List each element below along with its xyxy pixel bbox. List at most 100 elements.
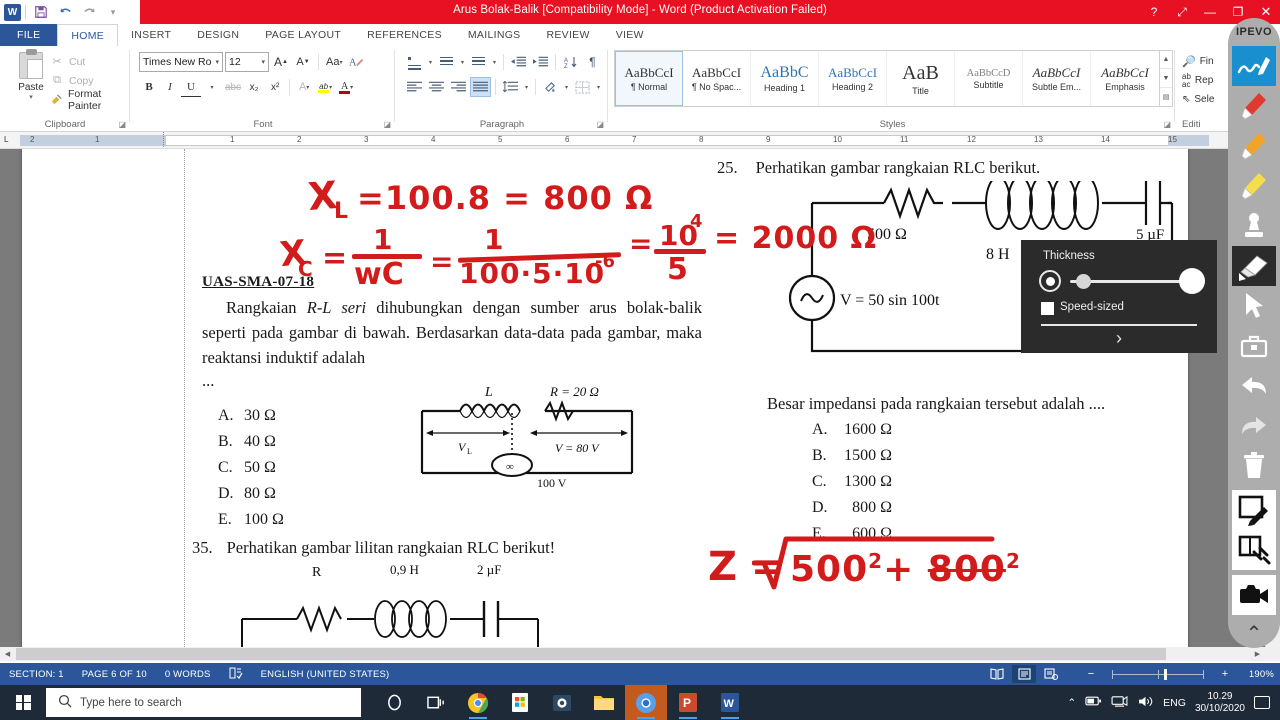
ribbon-display-options-icon[interactable]: ⤢ [1168,0,1196,24]
font-name-combo[interactable]: Times New Ro ▾ [139,52,223,72]
subscript-button[interactable]: x₂ [244,77,264,97]
redo-icon[interactable] [78,2,100,22]
status-words[interactable]: 0 WORDS [156,669,220,680]
file-explorer-icon[interactable] [583,685,625,720]
option-row[interactable]: B. 1500 Ω [812,443,1062,469]
pointer-tool[interactable] [1232,286,1276,326]
option-row[interactable]: C. 1300 Ω [812,469,1062,495]
styles-dialog-launcher[interactable]: ◪ [1163,120,1171,129]
option-row[interactable]: A. 30 Ω [218,403,398,429]
styles-scroll-up-icon[interactable]: ▲ [1160,51,1172,69]
justify-button[interactable] [470,77,491,97]
undo-tool[interactable] [1232,366,1276,406]
style-no-spacing[interactable]: AaBbCcI ¶ No Spac... [683,51,751,106]
option-row[interactable]: B. 40 Ω [218,429,398,455]
battery-icon[interactable] [1085,695,1102,710]
chrome-icon[interactable] [457,685,499,720]
style-emphasis[interactable]: AaBbCcI Emphasis [1091,51,1159,106]
change-case-button[interactable]: Aa ▾ [324,52,344,72]
word-icon[interactable]: W [709,685,751,720]
stamp-tool[interactable] [1232,206,1276,246]
text-effects-button[interactable]: A ▾ [294,77,314,97]
bold-button[interactable]: B [139,77,159,97]
zoom-out-button[interactable]: − [1079,665,1103,683]
strikethrough-button[interactable]: abc [223,77,243,97]
whiteboard-tool[interactable] [1232,490,1276,531]
search-box[interactable]: Type here to search [46,688,361,717]
style-subtitle[interactable]: AaBbCcD Subtitle [955,51,1023,106]
toolbox-tool[interactable] [1232,326,1276,366]
tab-stop-selector[interactable]: L [4,135,8,144]
ipevo-collapse-button[interactable]: ⌃ [1232,619,1276,649]
proofing-icon[interactable] [220,667,252,682]
show-hidden-icons-button[interactable]: ⌃ [1067,697,1076,709]
line-spacing-dropdown-icon[interactable]: ▾ [522,77,531,97]
tab-insert[interactable]: INSERT [118,24,184,46]
tab-mailings[interactable]: MAILINGS [455,24,534,46]
style-title[interactable]: AaB Title [887,51,955,106]
increase-indent-button[interactable] [530,52,551,72]
tab-page-layout[interactable]: PAGE LAYOUT [252,24,354,46]
tab-design[interactable]: DESIGN [184,24,252,46]
language-indicator[interactable]: ENG [1163,697,1186,709]
speed-sized-checkbox[interactable] [1041,302,1054,315]
document-page[interactable]: UAS-SMA-07-18 Rangkaian R-L seri dihubun… [22,149,1188,661]
ruler[interactable]: L 2 1 1 2 3 4 5 6 7 8 9 10 11 12 13 14 1… [0,132,1280,149]
status-language[interactable]: ENGLISH (UNITED STATES) [252,669,399,680]
horizontal-scroll-thumb[interactable] [16,648,1166,660]
microsoft-store-icon[interactable] [499,685,541,720]
zoom-in-button[interactable]: + [1213,665,1237,683]
decrease-indent-button[interactable] [508,52,529,72]
sort-button[interactable]: AZ [560,52,581,72]
show-formatting-marks-button[interactable]: ¶ [582,52,603,72]
pen-tool[interactable] [1232,45,1276,86]
cut-button[interactable]: ✂ Cut [50,52,130,71]
media-player-icon[interactable] [541,685,583,720]
superscript-button[interactable]: x² [265,77,285,97]
thickness-preview-button[interactable] [1039,270,1061,292]
paste-dropdown-icon[interactable]: ▾ [10,93,52,101]
multilevel-list-button[interactable] [468,52,489,72]
option-row[interactable]: D. 800 Ω [812,495,1062,521]
web-layout-icon[interactable] [1039,665,1063,683]
option-row[interactable]: A. 1600 Ω [812,417,1062,443]
orange-marker-tool[interactable] [1232,126,1276,166]
start-button[interactable] [0,685,46,720]
redo-tool[interactable] [1232,406,1276,446]
save-icon[interactable] [30,2,52,22]
thickness-slider-knob[interactable] [1076,274,1091,289]
split-screen-tool[interactable] [1232,530,1276,571]
popup-next-button[interactable]: › [1021,328,1217,349]
numbering-dropdown-icon[interactable]: ▾ [458,52,467,72]
style-normal[interactable]: AaBbCcI ¶ Normal [615,51,683,106]
bullets-dropdown-icon[interactable]: ▾ [426,52,435,72]
cortana-icon[interactable] [373,685,415,720]
clock[interactable]: 10.29 30/10/2020 [1195,691,1245,715]
replace-button[interactable]: ab ac Rep [1182,71,1214,90]
paragraph-dialog-launcher[interactable]: ◪ [596,120,604,129]
shading-button[interactable] [540,77,561,97]
style-heading-1[interactable]: AaBbC Heading 1 [751,51,819,106]
scroll-right-icon[interactable]: ▶ [1250,647,1265,661]
underline-button[interactable]: U [181,77,201,97]
styles-scroll[interactable]: ▲ ▼ ▤ [1159,51,1172,106]
multilevel-dropdown-icon[interactable]: ▾ [490,52,499,72]
format-painter-button[interactable]: Format Painter [50,88,130,112]
ipevo-toolbar[interactable]: IPEVO ⌃ [1228,18,1280,648]
font-color-button[interactable]: A ▾ [336,77,356,97]
customize-qat-icon[interactable]: ▾ [102,2,124,22]
network-icon[interactable] [1111,695,1128,711]
status-section[interactable]: SECTION: 1 [0,669,73,680]
zoom-level[interactable]: 190% [1240,669,1274,680]
styles-scroll-down-icon[interactable]: ▼ [1160,70,1172,88]
align-right-button[interactable] [448,77,469,97]
underline-dropdown-icon[interactable]: ▾ [202,77,222,97]
print-layout-icon[interactable] [1012,665,1036,683]
align-left-button[interactable] [404,77,425,97]
style-subtle-emphasis[interactable]: AaBbCcI Subtle Em... [1023,51,1091,106]
zoom-slider[interactable] [1112,668,1204,680]
line-spacing-button[interactable] [500,77,521,97]
find-button[interactable]: 🔎 Fin [1182,52,1214,71]
volume-icon[interactable] [1137,695,1154,711]
powerpoint-icon[interactable]: P [667,685,709,720]
